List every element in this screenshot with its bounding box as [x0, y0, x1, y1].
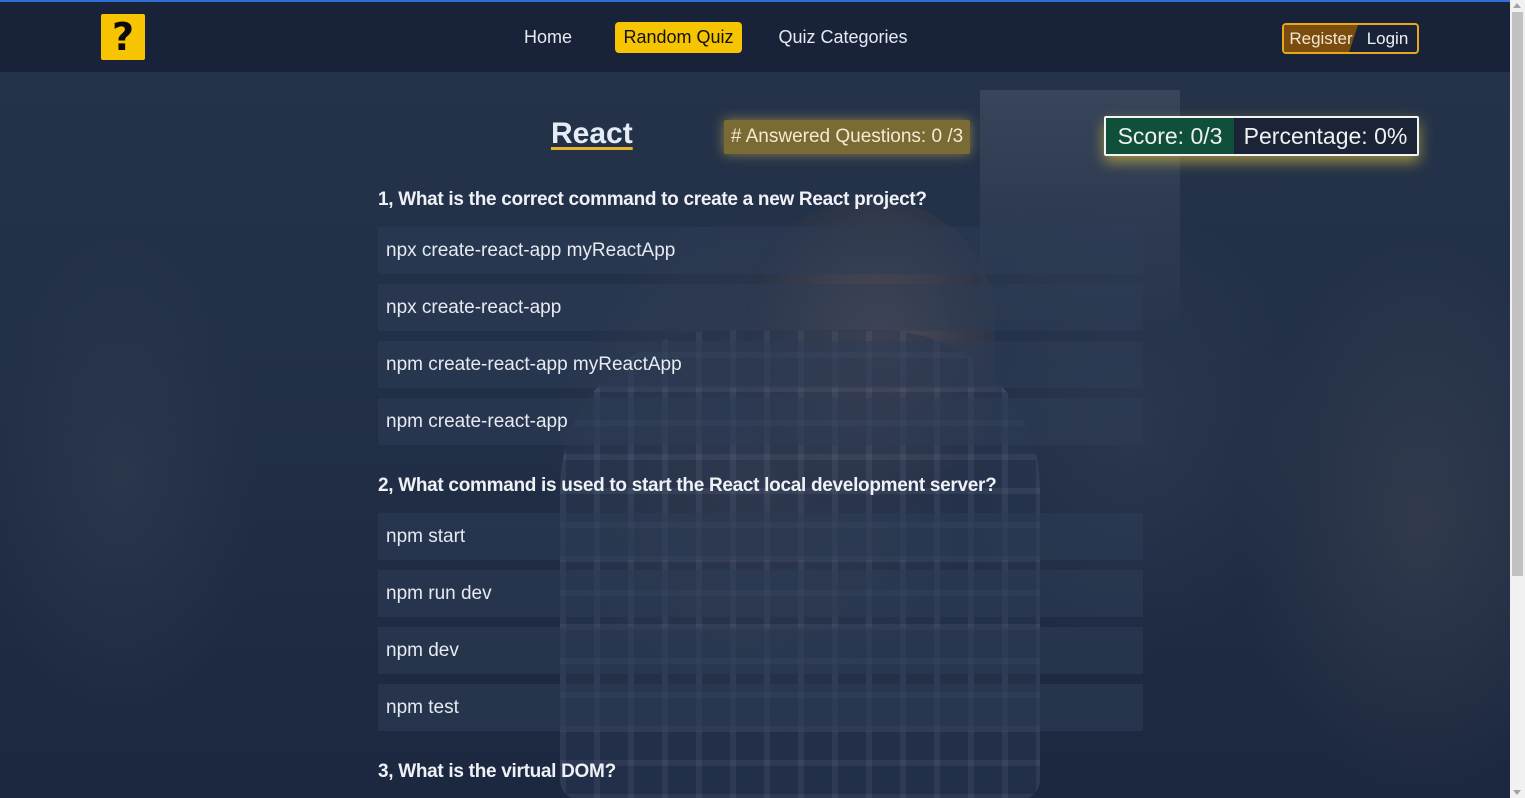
register-button[interactable]: Register [1284, 25, 1358, 52]
score-value: Score: 0/3 [1106, 118, 1234, 154]
nav-home-link[interactable]: Home [515, 22, 581, 53]
answered-questions-badge: # Answered Questions: 0 /3 [724, 120, 970, 154]
answer-option[interactable]: npm test [378, 684, 1143, 731]
scroll-down-arrow-icon[interactable] [1513, 790, 1521, 795]
answer-option[interactable]: npm start [378, 513, 1143, 560]
answer-option[interactable]: npm create-react-app myReactApp [378, 341, 1143, 388]
quiz-title: React [551, 117, 633, 150]
scroll-up-arrow-icon[interactable] [1513, 3, 1521, 8]
login-button[interactable]: Login [1358, 25, 1417, 52]
nav-quiz-categories-link[interactable]: Quiz Categories [775, 22, 911, 53]
answer-option[interactable]: npm run dev [378, 570, 1143, 617]
answer-option[interactable]: npx create-react-app myReactApp [378, 227, 1143, 274]
scrollbar-thumb[interactable] [1512, 12, 1523, 576]
score-panel: Score: 0/3 Percentage: 0% [1104, 116, 1419, 156]
answer-option[interactable]: npx create-react-app [378, 284, 1143, 331]
percentage-value: Percentage: 0% [1234, 118, 1417, 154]
answer-option[interactable]: npm dev [378, 627, 1143, 674]
auth-buttons: Register Login [1282, 23, 1419, 54]
question-1: 1, What is the correct command to create… [378, 189, 927, 210]
answer-option[interactable]: npm create-react-app [378, 398, 1143, 445]
page-scrollbar[interactable] [1510, 0, 1525, 798]
question-2: 2, What command is used to start the Rea… [378, 475, 997, 496]
navbar: ? Home Random Quiz Quiz Categories Regis… [0, 2, 1510, 72]
nav-random-quiz-link[interactable]: Random Quiz [615, 22, 742, 53]
logo-question-icon[interactable]: ? [101, 14, 145, 60]
question-3: 3, What is the virtual DOM? [378, 761, 616, 782]
